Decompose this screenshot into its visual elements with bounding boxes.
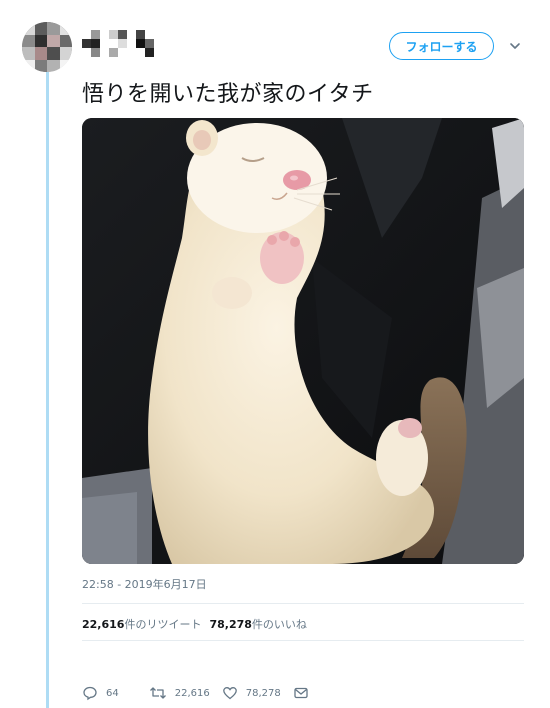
chevron-down-icon[interactable] xyxy=(507,38,523,54)
like-count: 78,278 xyxy=(209,618,252,631)
tweet-page: フォローする 悟りを開いた我が家のイタチ 22:58 - 2019年6月17日 … xyxy=(0,0,550,708)
follow-button[interactable]: フォローする xyxy=(389,32,494,60)
retweet-button[interactable]: 22,616 xyxy=(149,685,210,701)
like-stat-label: 件のいいね xyxy=(251,618,307,631)
divider xyxy=(82,603,524,604)
heart-icon xyxy=(222,687,237,700)
like-action-count: 78,278 xyxy=(245,687,281,699)
retweet-count: 22,616 xyxy=(82,618,125,631)
action-bar: 64 22,616 78,278 xyxy=(82,684,309,702)
retweet-stat[interactable]: 22,616件のリツイート xyxy=(82,616,201,632)
engagement-stats: 22,616件のリツイート 78,278件のいいね xyxy=(82,616,307,632)
thread-line xyxy=(46,62,49,708)
ferret-photo-illustration xyxy=(82,118,524,564)
reply-button[interactable]: 64 xyxy=(82,685,119,701)
like-stat[interactable]: 78,278件のいいね xyxy=(209,616,306,632)
like-button[interactable]: 78,278 xyxy=(222,685,281,701)
direct-message-button[interactable] xyxy=(293,685,309,701)
retweet-icon xyxy=(149,687,166,699)
tweet-text: 悟りを開いた我が家のイタチ xyxy=(82,82,374,107)
reply-icon xyxy=(83,686,97,701)
user-name-redacted[interactable] xyxy=(82,30,156,58)
retweet-stat-label: 件のリツイート xyxy=(124,618,202,631)
reply-count: 64 xyxy=(106,687,119,699)
tweet-timestamp[interactable]: 22:58 - 2019年6月17日 xyxy=(82,576,207,592)
retweet-action-count: 22,616 xyxy=(174,687,210,699)
tweet-photo[interactable] xyxy=(82,118,524,564)
divider xyxy=(82,640,524,641)
avatar[interactable] xyxy=(22,22,72,72)
mail-icon xyxy=(294,687,308,699)
